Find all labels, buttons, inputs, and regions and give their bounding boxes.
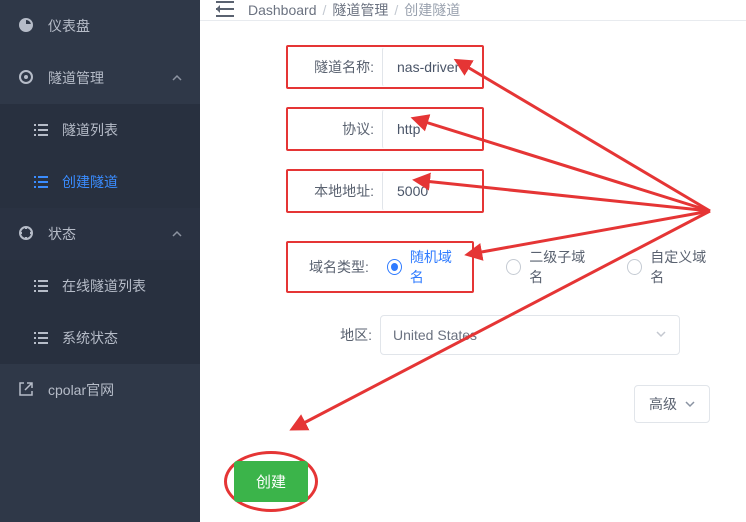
list-icon	[34, 332, 48, 344]
list-icon	[34, 124, 48, 136]
chevron-up-icon	[172, 226, 182, 242]
main: Dashboard / 隧道管理 / 创建隧道 隧道名称: nas-driver…	[200, 0, 746, 522]
row-advanced: 高级	[230, 385, 716, 423]
select-region-value: United States	[393, 327, 477, 343]
create-button[interactable]: 创建	[234, 461, 308, 502]
sidebar-item-label: 隧道列表	[62, 120, 118, 140]
sidebar-item-system-status[interactable]: 系统状态	[0, 312, 200, 364]
target-icon	[18, 69, 34, 88]
sidebar-item-label: 系统状态	[62, 328, 118, 348]
radio-dot-icon	[387, 259, 402, 275]
label-local-addr: 本地地址:	[288, 181, 382, 201]
sidebar-item-label: cpolar官网	[48, 380, 114, 400]
chevron-down-icon	[655, 327, 667, 343]
radio-custom-domain[interactable]: 自定义域名	[627, 247, 716, 287]
select-protocol[interactable]: http	[382, 109, 482, 149]
advanced-label: 高级	[649, 394, 677, 414]
topbar: Dashboard / 隧道管理 / 创建隧道	[200, 0, 746, 21]
input-tunnel-name[interactable]: nas-driver	[382, 47, 482, 87]
menu-collapse-icon[interactable]	[216, 1, 234, 20]
row-tunnel-name: 隧道名称: nas-driver	[286, 45, 716, 89]
radio-label: 二级子域名	[529, 247, 595, 287]
breadcrumb-sep: /	[323, 2, 327, 18]
radio-label: 随机域名	[410, 247, 462, 287]
breadcrumb-tunnel-mgmt[interactable]: 隧道管理	[332, 0, 388, 20]
sidebar-item-tunnel-mgmt[interactable]: 隧道管理	[0, 52, 200, 104]
sidebar-item-tunnel-list[interactable]: 隧道列表	[0, 104, 200, 156]
sidebar-item-label: 状态	[48, 224, 76, 244]
breadcrumb-create-tunnel: 创建隧道	[404, 0, 460, 20]
chevron-up-icon	[172, 70, 182, 86]
select-region[interactable]: United States	[380, 315, 680, 355]
label-protocol: 协议:	[288, 119, 382, 139]
row-protocol: 协议: http	[286, 107, 716, 151]
label-domain-type: 域名类型:	[288, 257, 377, 277]
status-icon	[18, 225, 34, 244]
row-region: 地区: United States	[286, 315, 716, 355]
form-area: 隧道名称: nas-driver 协议: http 本地地址: 5000 域名类…	[200, 21, 746, 522]
list-icon	[34, 280, 48, 292]
radio-label: 自定义域名	[650, 247, 716, 287]
breadcrumb: Dashboard / 隧道管理 / 创建隧道	[248, 0, 460, 20]
breadcrumb-sep: /	[394, 2, 398, 18]
sidebar-item-cpolar-site[interactable]: cpolar官网	[0, 364, 200, 416]
advanced-button[interactable]: 高级	[634, 385, 710, 423]
radio-random-domain[interactable]: 随机域名	[387, 247, 462, 287]
row-domain-type: 域名类型: 随机域名 二级子域名 自定义域名	[286, 241, 716, 293]
radio-dot-icon	[627, 259, 642, 275]
radio-dot-icon	[506, 259, 521, 275]
sidebar-item-create-tunnel[interactable]: 创建隧道	[0, 156, 200, 208]
input-local-addr[interactable]: 5000	[382, 171, 482, 211]
row-local-addr: 本地地址: 5000	[286, 169, 716, 213]
label-tunnel-name: 隧道名称:	[288, 57, 382, 77]
dashboard-icon	[18, 17, 34, 36]
create-wrap: 创建	[234, 461, 308, 502]
create-label: 创建	[256, 474, 286, 491]
sidebar-item-label: 仪表盘	[48, 16, 90, 36]
sidebar-item-online-tunnels[interactable]: 在线隧道列表	[0, 260, 200, 312]
sidebar-item-label: 创建隧道	[62, 172, 118, 192]
sidebar: 仪表盘 隧道管理 隧道列表 创建隧道 状态	[0, 0, 200, 522]
chevron-down-icon	[685, 396, 695, 412]
sidebar-item-label: 在线隧道列表	[62, 276, 146, 296]
breadcrumb-dashboard[interactable]: Dashboard	[248, 2, 317, 18]
radio-sub-domain[interactable]: 二级子域名	[506, 247, 595, 287]
sidebar-item-status[interactable]: 状态	[0, 208, 200, 260]
label-region: 地区:	[286, 325, 380, 345]
sidebar-item-dashboard[interactable]: 仪表盘	[0, 0, 200, 52]
external-icon	[18, 381, 34, 400]
sidebar-item-label: 隧道管理	[48, 68, 104, 88]
list-icon	[34, 176, 48, 188]
